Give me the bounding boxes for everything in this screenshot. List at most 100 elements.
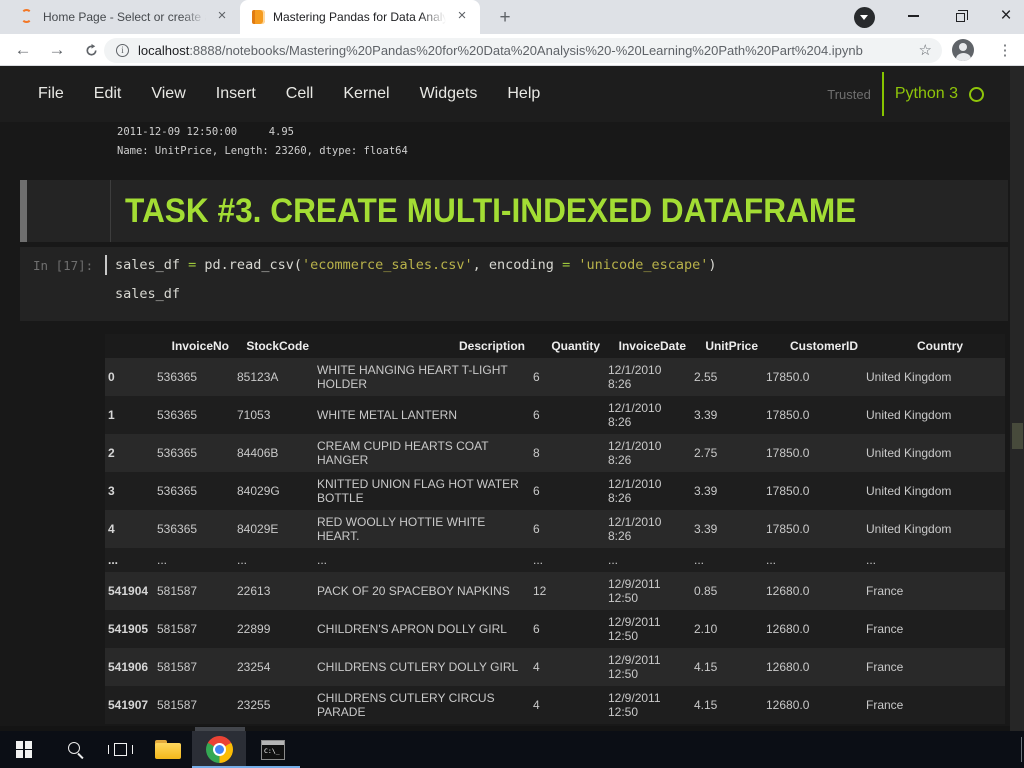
terminal-icon: C:\_ xyxy=(261,739,285,760)
table-cell: 23255 xyxy=(237,698,271,712)
table-cell: 6 xyxy=(533,408,540,422)
restore-button[interactable] xyxy=(940,0,980,32)
table-cell: ... xyxy=(157,553,168,567)
table-cell: 3.39 xyxy=(694,522,718,536)
table-cell: 4 xyxy=(533,698,540,712)
col-quantity: Quantity xyxy=(533,334,608,358)
table-cell: 17850.0 xyxy=(766,484,810,498)
menu-edit[interactable]: Edit xyxy=(94,85,122,103)
terminal-taskbar-button[interactable]: C:\_ xyxy=(246,731,300,768)
horizontal-scrollbar-thumb[interactable] xyxy=(195,726,245,731)
menu-kernel[interactable]: Kernel xyxy=(343,85,389,103)
code-editor[interactable]: sales_df = pd.read_csv('ecommerce_sales.… xyxy=(115,251,717,309)
tab-notebook[interactable]: Mastering Pandas for Data Analy × xyxy=(240,0,480,34)
profile-avatar[interactable] xyxy=(952,39,974,61)
task-heading: TASK #3. CREATE MULTI-INDEXED DATAFRAME xyxy=(125,192,857,230)
vertical-scrollbar-thumb[interactable] xyxy=(1011,423,1023,449)
table-cell: 23254 xyxy=(237,660,271,674)
code-line-2: sales_df xyxy=(115,286,181,302)
task-view-button[interactable] xyxy=(96,731,144,768)
col-index xyxy=(105,334,157,358)
table-cell: 12/9/2011 12:50 xyxy=(608,615,661,643)
notebook-page: File Edit View Insert Cell Kernel Widget… xyxy=(0,66,1024,731)
col-stockcode: StockCode xyxy=(237,334,317,358)
col-country: Country xyxy=(866,334,1005,358)
kernel-idle-icon xyxy=(969,86,984,102)
table-cell: 12/1/2010 8:26 xyxy=(608,363,662,391)
table-cell: 12680.0 xyxy=(766,622,810,636)
forward-button[interactable]: → xyxy=(42,34,72,66)
chevron-down-circle-icon[interactable] xyxy=(854,7,875,28)
output-line: Name: UnitPrice, Length: 23260, dtype: f… xyxy=(117,145,408,157)
menu-view[interactable]: View xyxy=(151,85,185,103)
table-cell: CREAM CUPID HEARTS COAT HANGER xyxy=(317,439,489,467)
table-cell: France xyxy=(866,698,904,712)
table-cell: 17850.0 xyxy=(766,446,810,460)
tab-title: Mastering Pandas for Data Analy xyxy=(273,10,446,24)
table-cell: 22899 xyxy=(237,622,271,636)
table-cell: 4 xyxy=(533,660,540,674)
table-cell: ... xyxy=(533,553,544,567)
table-cell: 84029E xyxy=(237,522,279,536)
browser-titlebar: Home Page - Select or create a n × Maste… xyxy=(0,0,1024,34)
table-cell: 2.75 xyxy=(694,446,718,460)
reload-icon xyxy=(85,43,97,56)
table-cell: 17850.0 xyxy=(766,408,810,422)
tab-home-page[interactable]: Home Page - Select or create a n × xyxy=(8,0,240,34)
table-row: 0 536365 85123A WHITE HANGING HEART T-LIGHT… xyxy=(105,358,1005,396)
table-cell: 84406B xyxy=(237,446,279,460)
table-cell: 12/9/2011 12:50 xyxy=(608,653,661,681)
table-cell: 84029G xyxy=(237,484,280,498)
reload-button[interactable] xyxy=(76,34,106,66)
table-cell: United Kingdom xyxy=(866,446,952,460)
address-bar[interactable]: i localhost:8888/notebooks/Mastering%20P… xyxy=(104,37,942,63)
folder-icon xyxy=(155,740,181,759)
menu-cell[interactable]: Cell xyxy=(286,85,314,103)
code-cell[interactable]: In [17]: sales_df = pd.read_csv('ecommer… xyxy=(20,247,1008,321)
search-icon xyxy=(67,742,80,754)
table-cell: 6 xyxy=(533,370,540,384)
col-invoicedate: InvoiceDate xyxy=(608,334,694,358)
menu-help[interactable]: Help xyxy=(507,85,540,103)
table-cell: United Kingdom xyxy=(866,370,952,384)
table-cell: 12/1/2010 8:26 xyxy=(608,515,662,543)
window-close-button[interactable]: × xyxy=(986,0,1024,32)
table-cell: United Kingdom xyxy=(866,522,952,536)
show-desktop-button[interactable] xyxy=(1021,737,1022,762)
col-invoiceno: InvoiceNo xyxy=(157,334,237,358)
trusted-badge[interactable]: Trusted xyxy=(827,87,871,102)
table-cell: 12/1/2010 8:26 xyxy=(608,477,662,505)
start-button[interactable] xyxy=(0,731,48,768)
table-cell: 4.15 xyxy=(694,698,718,712)
close-icon[interactable]: × xyxy=(214,8,230,25)
menu-widgets[interactable]: Widgets xyxy=(420,85,478,103)
table-cell: 581587 xyxy=(157,584,198,598)
table-row: 541904 581587 22613 PACK OF 20 SPACEBOY NAP… xyxy=(105,572,1005,610)
markdown-cell-selected[interactable]: TASK #3. CREATE MULTI-INDEXED DATAFRAME xyxy=(20,180,1008,242)
prompt-divider xyxy=(110,180,111,242)
minimize-button[interactable] xyxy=(893,0,933,32)
dataframe-table: InvoiceNo StockCode Description Quantity… xyxy=(105,334,1005,724)
new-tab-button[interactable]: + xyxy=(492,5,518,31)
text-cursor xyxy=(105,255,107,275)
table-cell: 2.10 xyxy=(694,622,718,636)
info-icon[interactable]: i xyxy=(116,43,129,57)
table-cell: ... xyxy=(866,553,877,567)
close-icon[interactable]: × xyxy=(454,8,470,25)
table-cell: PACK OF 20 SPACEBOY NAPKINS xyxy=(317,584,510,598)
bookmark-star-icon[interactable]: ☆ xyxy=(919,41,932,59)
row-index: 541904 xyxy=(108,584,149,598)
back-button[interactable]: ← xyxy=(8,34,38,66)
taskbar-search-button[interactable] xyxy=(48,731,96,768)
chrome-taskbar-button[interactable] xyxy=(192,731,246,768)
menu-file[interactable]: File xyxy=(38,85,64,103)
table-row: 541907 581587 23255 CHILDRENS CUTLERY CIRCU… xyxy=(105,686,1005,724)
jupyter-menubar: File Edit View Insert Cell Kernel Widget… xyxy=(0,66,1024,122)
menu-insert[interactable]: Insert xyxy=(216,85,256,103)
vertical-scrollbar[interactable] xyxy=(1010,66,1024,731)
tab-title: Home Page - Select or create a n xyxy=(43,10,206,24)
windows-taskbar: C:\_ xyxy=(0,731,1024,768)
col-description: Description xyxy=(317,334,533,358)
three-dot-menu-icon[interactable]: ⋮ xyxy=(990,34,1020,66)
file-explorer-button[interactable] xyxy=(144,731,192,768)
